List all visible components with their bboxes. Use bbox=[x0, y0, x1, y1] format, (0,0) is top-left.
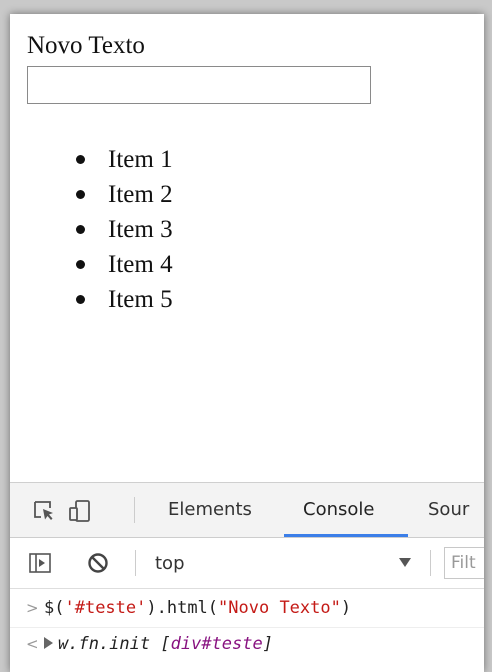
toolbar-divider bbox=[135, 550, 136, 576]
console-command[interactable]: $('#teste').html("Novo Texto") bbox=[44, 598, 351, 618]
result-arrow-icon: < bbox=[26, 635, 39, 653]
list-item-label: Item 2 bbox=[108, 181, 173, 208]
list-item-label: Item 5 bbox=[108, 286, 173, 313]
devtools-tabs-bar: Elements Console Sour bbox=[10, 483, 484, 538]
result-node: div#teste bbox=[170, 634, 263, 654]
code-string: "Novo Texto" bbox=[218, 598, 341, 618]
clear-console-icon[interactable] bbox=[86, 551, 110, 575]
tab-console[interactable]: Console bbox=[303, 483, 374, 537]
text-input[interactable] bbox=[27, 66, 371, 104]
toolbar-divider bbox=[134, 497, 135, 523]
browser-window: Novo Texto Item 1 Item 2 Item 3 Item 4 I… bbox=[10, 14, 484, 672]
show-sidebar-icon[interactable] bbox=[28, 551, 52, 575]
devtools-panel: Elements Console Sour top Filt > $('#tes… bbox=[10, 482, 484, 672]
code-token: ).html( bbox=[146, 598, 219, 618]
console-input-line: > $('#teste').html("Novo Texto") bbox=[10, 591, 484, 628]
toolbar-divider bbox=[430, 550, 431, 576]
code-token: ) bbox=[340, 598, 352, 618]
expand-triangle-icon[interactable] bbox=[44, 636, 53, 649]
filter-input[interactable]: Filt bbox=[444, 547, 484, 579]
tab-elements[interactable]: Elements bbox=[168, 483, 252, 537]
bullet-icon bbox=[76, 225, 85, 234]
result-bracket: [ bbox=[160, 634, 171, 654]
list-item: Item 2 bbox=[72, 177, 173, 212]
code-token: $( bbox=[44, 598, 65, 618]
list-item-label: Item 3 bbox=[108, 216, 173, 243]
bullet-icon bbox=[76, 190, 85, 199]
list-item: Item 5 bbox=[72, 282, 173, 317]
result-bracket: ] bbox=[262, 634, 273, 654]
active-tab-indicator bbox=[284, 534, 408, 537]
list-item-label: Item 1 bbox=[108, 146, 173, 173]
device-toolbar-icon[interactable] bbox=[68, 499, 92, 523]
list-item-label: Item 4 bbox=[108, 251, 173, 278]
inspect-element-icon[interactable] bbox=[32, 499, 56, 523]
item-list: Item 1 Item 2 Item 3 Item 4 Item 5 bbox=[72, 142, 173, 317]
list-item: Item 1 bbox=[72, 142, 173, 177]
prompt-icon: > bbox=[26, 599, 39, 617]
bullet-icon bbox=[76, 295, 85, 304]
list-item: Item 3 bbox=[72, 212, 173, 247]
console-output-line: < w.fn.init [div#teste] bbox=[10, 627, 484, 663]
code-string: '#teste' bbox=[64, 598, 147, 618]
result-constructor: w.fn.init bbox=[58, 634, 151, 654]
chevron-down-icon[interactable] bbox=[399, 558, 411, 567]
tab-sources[interactable]: Sour bbox=[428, 483, 469, 537]
list-item: Item 4 bbox=[72, 247, 173, 282]
console-result[interactable]: w.fn.init [div#teste] bbox=[44, 634, 273, 654]
page-title: Novo Texto bbox=[27, 32, 145, 59]
bullet-icon bbox=[76, 260, 85, 269]
bullet-icon bbox=[76, 155, 85, 164]
page-content: Novo Texto Item 1 Item 2 Item 3 Item 4 I… bbox=[10, 14, 484, 482]
context-selector[interactable]: top bbox=[155, 538, 185, 588]
console-toolbar: top Filt bbox=[10, 538, 484, 589]
